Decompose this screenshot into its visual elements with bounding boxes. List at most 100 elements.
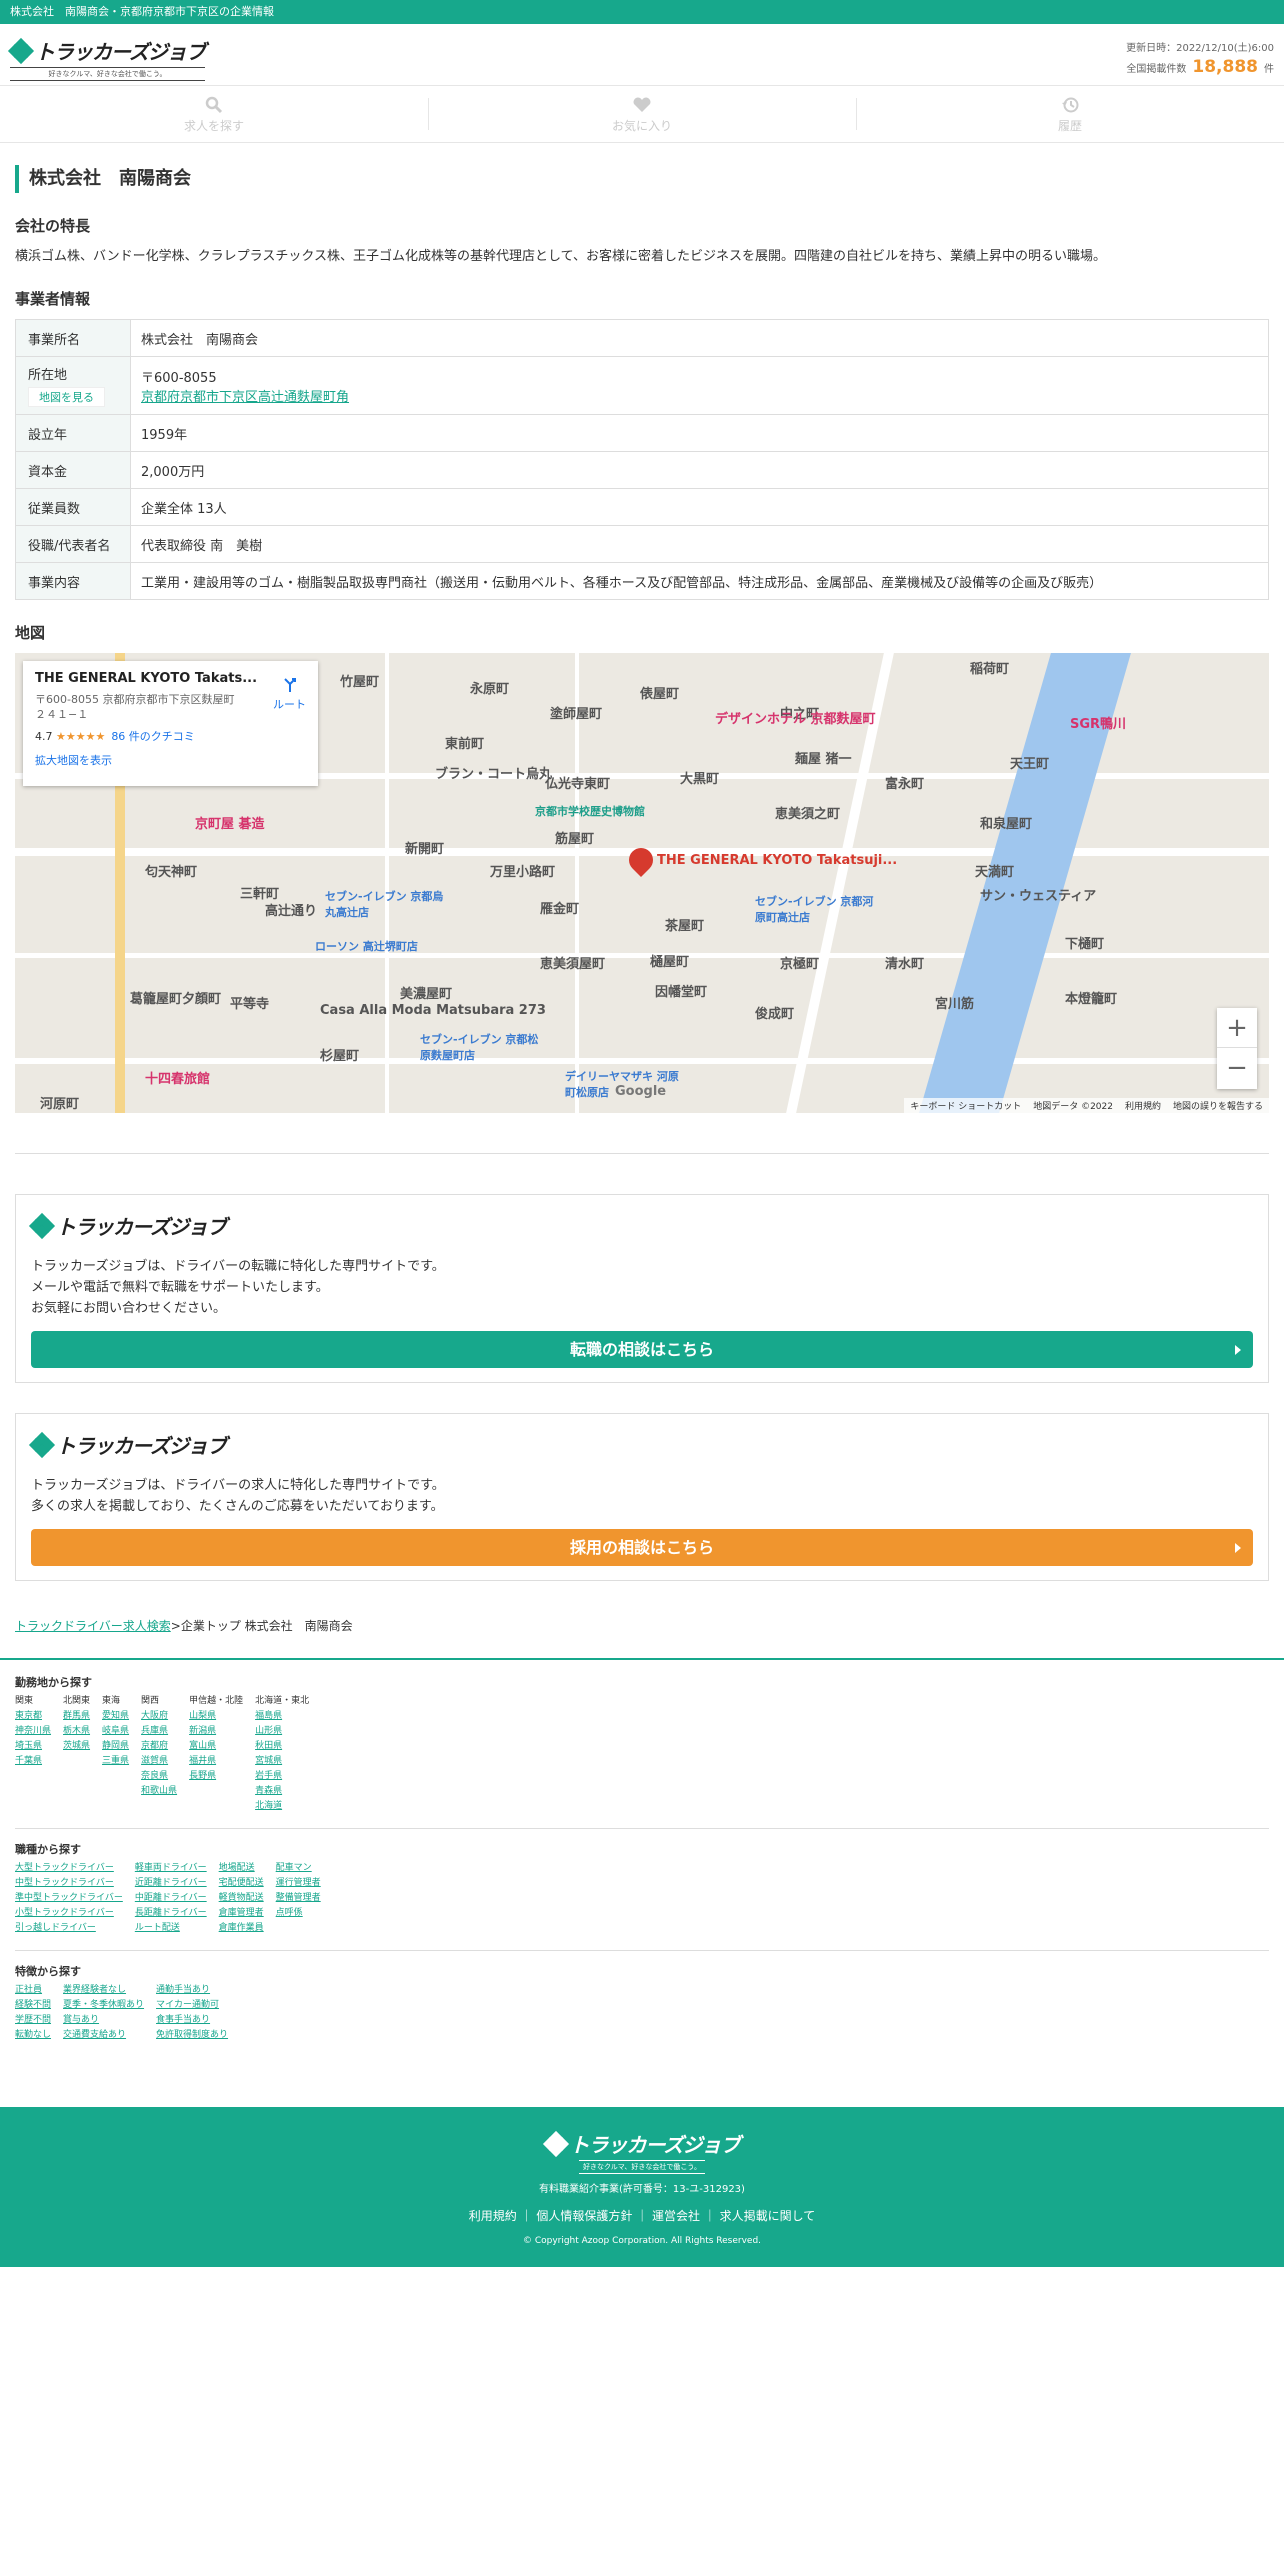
google-map[interactable]: 竹屋町 永原町 塗師屋町 俵屋町 中之町 稲荷町 デザインホテル 京都麩屋町 東前町 仏光寺東町…	[15, 653, 1269, 1113]
area-link[interactable]: 福島県	[255, 1709, 309, 1724]
job-link[interactable]: 近距離ドライバー	[135, 1876, 207, 1891]
footer-logo[interactable]: トラッカーズジョブ 好きなクルマ、好きな会社で働こう。	[542, 2129, 741, 2174]
job-link[interactable]: 地場配送	[219, 1861, 264, 1876]
job-link[interactable]: 引っ越しドライバー	[15, 1921, 123, 1936]
directions-icon	[273, 675, 306, 696]
job-link[interactable]: 中型トラックドライバー	[15, 1876, 123, 1891]
career-consult-button[interactable]: 転職の相談はこちら	[31, 1331, 1253, 1368]
box-logo: トラッカーズジョブ	[28, 1211, 1253, 1240]
area-link[interactable]: 青森県	[255, 1784, 309, 1799]
zoom-in-button[interactable]: +	[1217, 1008, 1257, 1048]
area-link[interactable]: 山形県	[255, 1724, 309, 1739]
address-link[interactable]: 京都府京都市下京区高辻通麩屋町角	[141, 390, 349, 405]
map-place-label: デザインホテル 京都麩屋町	[715, 712, 876, 727]
logo-diamond-icon	[28, 1212, 56, 1239]
footer-link-privacy[interactable]: 個人情報保護方針	[536, 2209, 632, 2223]
job-link[interactable]: 運行管理者	[276, 1876, 321, 1891]
feature-link[interactable]: 学歴不問	[15, 2013, 51, 2028]
star-rating-icon: ★★★★★	[56, 730, 106, 743]
area-link[interactable]: 埼玉県	[15, 1739, 51, 1754]
job-link[interactable]: 中距離ドライバー	[135, 1891, 207, 1906]
map-place-label: ローソン 高辻堺町店	[315, 940, 418, 953]
zoom-out-button[interactable]: −	[1217, 1048, 1257, 1088]
report-error-link[interactable]: 地図の誤りを報告する	[1173, 1099, 1263, 1112]
area-region-label: 甲信越・北陸	[189, 1696, 244, 1706]
keyboard-shortcuts-link[interactable]: キーボード ショートカット	[910, 1099, 1021, 1112]
job-link[interactable]: 点呼係	[276, 1906, 321, 1921]
job-link[interactable]: 配車マン	[276, 1861, 321, 1876]
job-link[interactable]: 倉庫管理者	[219, 1906, 264, 1921]
feature-link[interactable]: 賞与あり	[63, 2013, 144, 2028]
view-map-button[interactable]: 地図を見る	[28, 387, 105, 407]
job-link[interactable]: ルート配送	[135, 1921, 207, 1936]
company-info-table: 事業所名 株式会社 南陽商会 所在地 地図を見る 〒600-8055 京都府京都市下京…	[15, 319, 1269, 600]
job-link[interactable]: 軽車両ドライバー	[135, 1861, 207, 1876]
feature-link[interactable]: 免許取得制度あり	[156, 2028, 228, 2043]
area-link[interactable]: 三重県	[102, 1754, 129, 1769]
reviews-link[interactable]: 86 件のクチコミ	[111, 730, 195, 743]
footer-link-posting[interactable]: 求人掲載に関して	[720, 2209, 816, 2223]
job-link[interactable]: 軽貨物配送	[219, 1891, 264, 1906]
breadcrumb-home-link[interactable]: トラックドライバー求人検索	[15, 1619, 171, 1633]
nav-favorites[interactable]: お気に入り	[428, 86, 856, 142]
breadcrumb-separator: >	[170, 1619, 181, 1633]
area-link[interactable]: 福井県	[189, 1754, 243, 1769]
area-link[interactable]: 静岡県	[102, 1739, 129, 1754]
job-link[interactable]: 準中型トラックドライバー	[15, 1891, 123, 1906]
feature-link[interactable]: 夏季・冬季休暇あり	[63, 1998, 144, 2013]
area-link[interactable]: 北海道	[255, 1799, 309, 1814]
area-link[interactable]: 岩手県	[255, 1769, 309, 1784]
recruit-consult-box: トラッカーズジョブ トラッカーズジョブは、ドライバーの求人に特化した専門サイトで…	[15, 1413, 1269, 1581]
area-link[interactable]: 神奈川県	[15, 1724, 51, 1739]
footer-link-terms[interactable]: 利用規約	[469, 2209, 517, 2223]
job-link[interactable]: 長距離ドライバー	[135, 1906, 207, 1921]
area-link[interactable]: 新潟県	[189, 1724, 243, 1739]
area-link[interactable]: 栃木県	[63, 1724, 90, 1739]
feature-link[interactable]: マイカー通勤可	[156, 1998, 228, 2013]
area-link[interactable]: 大阪府	[141, 1709, 177, 1724]
area-link[interactable]: 東京都	[15, 1709, 51, 1724]
area-link[interactable]: 兵庫県	[141, 1724, 177, 1739]
area-link[interactable]: 長野県	[189, 1769, 243, 1784]
count-label: 全国掲載件数	[1126, 64, 1187, 75]
map-place-label: 平等寺	[230, 997, 270, 1012]
area-link[interactable]: 岐阜県	[102, 1724, 129, 1739]
site-logo[interactable]: トラッカーズジョブ 好きなクルマ、好きな会社で働こう。	[7, 36, 206, 81]
table-row: 所在地 地図を見る 〒600-8055 京都府京都市下京区高辻通麩屋町角	[15, 356, 1269, 415]
enlarge-map-link[interactable]: 拡大地図を表示	[35, 752, 306, 768]
job-link[interactable]: 倉庫作業員	[219, 1921, 264, 1936]
feature-link[interactable]: 正社員	[15, 1983, 51, 1998]
feature-link[interactable]: 転勤なし	[15, 2028, 51, 2043]
nav-history[interactable]: 履歴	[856, 86, 1284, 142]
route-button[interactable]: ルート	[273, 675, 306, 712]
feature-link[interactable]: 業界経験者なし	[63, 1983, 144, 1998]
job-link[interactable]: 宅配便配送	[219, 1876, 264, 1891]
area-column: 北関東 群馬県 栃木県 茨城県	[63, 1694, 90, 1814]
area-link[interactable]: 宮城県	[255, 1754, 309, 1769]
area-link[interactable]: 山梨県	[189, 1709, 243, 1724]
job-link[interactable]: 整備管理者	[276, 1891, 321, 1906]
area-link[interactable]: 京都府	[141, 1739, 177, 1754]
terms-link[interactable]: 利用規約	[1125, 1099, 1161, 1112]
feature-link[interactable]: 交通費支給あり	[63, 2028, 144, 2043]
area-link[interactable]: 和歌山県	[141, 1784, 177, 1799]
area-link[interactable]: 群馬県	[63, 1709, 90, 1724]
postal-code: 〒600-8055	[141, 370, 217, 386]
nav-search[interactable]: 求人を探す	[0, 86, 428, 142]
job-column: 軽車両ドライバー 近距離ドライバー 中距離ドライバー 長距離ドライバー ルート配送	[135, 1861, 207, 1936]
map-place-label: 樋屋町	[650, 955, 690, 970]
area-link[interactable]: 奈良県	[141, 1769, 177, 1784]
feature-link[interactable]: 食事手当あり	[156, 2013, 228, 2028]
recruit-consult-button[interactable]: 採用の相談はこちら	[31, 1529, 1253, 1566]
feature-link[interactable]: 経験不問	[15, 1998, 51, 2013]
area-link[interactable]: 千葉県	[15, 1754, 51, 1769]
area-link[interactable]: 愛知県	[102, 1709, 129, 1724]
footer-link-company[interactable]: 運営会社	[652, 2209, 700, 2223]
area-link[interactable]: 富山県	[189, 1739, 243, 1754]
job-link[interactable]: 小型トラックドライバー	[15, 1906, 123, 1921]
area-link[interactable]: 茨城県	[63, 1739, 90, 1754]
feature-link[interactable]: 通勤手当あり	[156, 1983, 228, 1998]
job-link[interactable]: 大型トラックドライバー	[15, 1861, 123, 1876]
area-link[interactable]: 滋賀県	[141, 1754, 177, 1769]
area-link[interactable]: 秋田県	[255, 1739, 309, 1754]
